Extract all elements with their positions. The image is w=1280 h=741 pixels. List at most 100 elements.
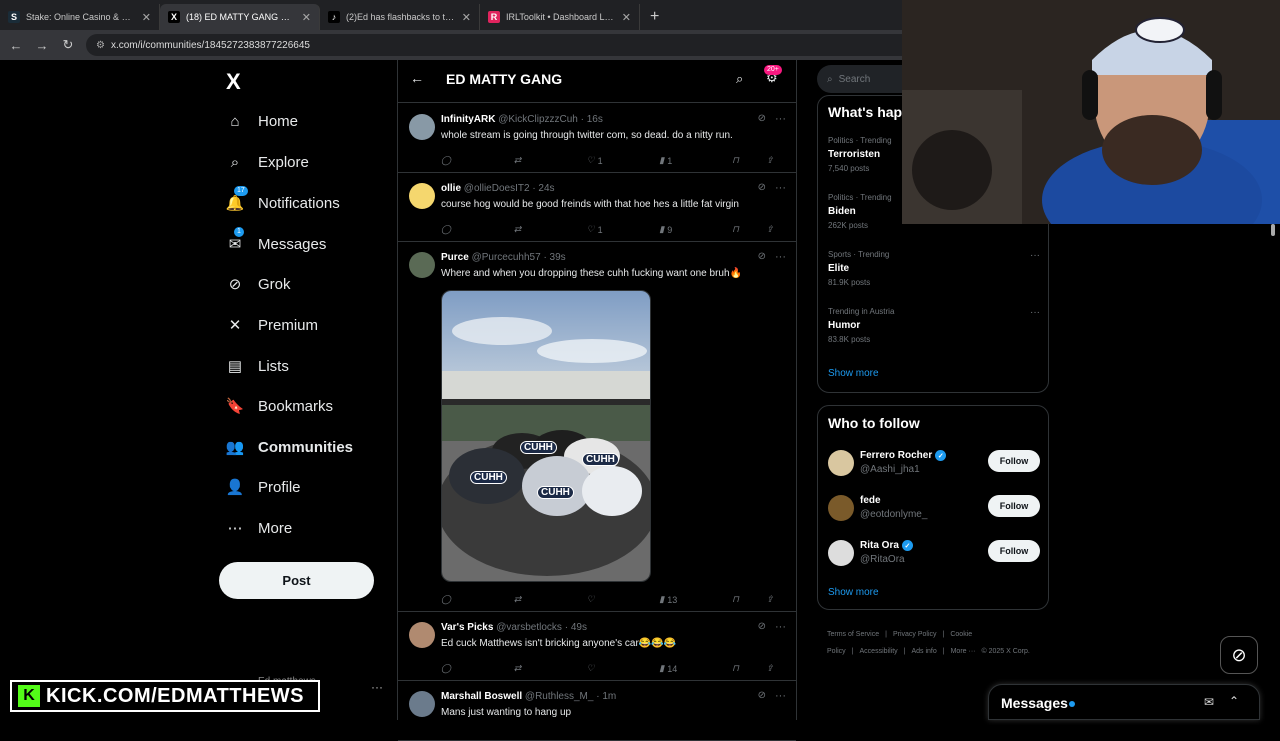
tweet[interactable]: Var's Picks @varsbetlocks · 49s ⊘ ··· Ed cu… [398,612,796,681]
trend-item[interactable]: Sports · Trending Elite 81.9K posts ··· [828,250,1040,287]
trend-item[interactable]: Trending in Austria Humor 83.8K posts ··· [828,307,1040,344]
reply-button[interactable]: ◯ [441,663,461,674]
views-button[interactable]: ▮ 1 [659,155,679,166]
trends-show-more-link[interactable]: Show more [828,368,879,379]
tweet-timestamp[interactable]: · 24s [532,183,554,194]
grok-explain-icon[interactable]: ⊘ [758,113,766,124]
tab-close-icon[interactable]: ✕ [622,11,631,24]
views-button[interactable]: ▮ 13 [659,594,679,605]
avatar[interactable] [828,450,854,476]
avatar[interactable] [409,183,435,209]
nav-item-grok[interactable]: ⊘ Grok [226,272,291,296]
tweet-photo[interactable]: CUHH CUHH CUHH CUHH [441,290,651,582]
tweet-timestamp[interactable]: · 39s [543,252,565,263]
avatar[interactable] [409,114,435,140]
nav-item-premium[interactable]: ✕ Premium [226,313,318,337]
nav-item-notifications[interactable]: 🔔 17 Notifications [226,186,340,215]
tweet-timestamp[interactable]: · 16s [581,114,603,125]
new-tab-button[interactable]: + [640,4,669,30]
trend-more-icon[interactable]: ··· [1030,307,1040,318]
footer-link[interactable]: Accessibility [860,648,898,655]
grok-explain-icon[interactable]: ⊘ [758,182,766,193]
follow-name[interactable]: fede [860,495,881,506]
grok-explain-icon[interactable]: ⊘ [758,690,766,701]
grok-explain-icon[interactable]: ⊘ [758,621,766,632]
tweet-author-handle[interactable]: @varsbetlocks [496,622,562,633]
follow-show-more-link[interactable]: Show more [828,587,879,598]
views-button[interactable]: ▮ 9 [659,224,679,235]
reply-button[interactable]: ◯ [441,155,461,166]
repost-button[interactable]: ⇄ [514,663,534,674]
footer-link[interactable]: Privacy Policy [893,631,937,638]
avatar[interactable] [409,622,435,648]
share-button[interactable]: ⇪ [766,594,786,605]
forward-arrow-icon[interactable]: → [34,38,50,53]
follow-suggestion[interactable]: Ferrero Rocher ✓ @Aashi_jha1 Follow [828,450,1040,482]
tweet[interactable]: Marshall Boswell @Ruthless_M_ · 1m ⊘ ··· Ma… [398,681,796,741]
footer-link[interactable]: Terms of Service [827,631,879,638]
follow-name[interactable]: Rita Ora ✓ [860,540,913,551]
nav-item-bookmarks[interactable]: 🔖 Bookmarks [226,394,333,418]
browser-tab[interactable]: X (18) ED MATTY GANG Community ✕ [160,4,320,30]
reply-button[interactable]: ◯ [441,224,461,235]
back-arrow-icon[interactable]: ← [410,70,424,86]
tweet-author-name[interactable]: Purce [441,252,469,263]
avatar[interactable] [828,540,854,566]
footer-link[interactable]: More ··· [951,648,976,655]
browser-tab[interactable]: ♪ (2)Ed has flashbacks to the pack ✕ [320,4,480,30]
avatar[interactable] [828,495,854,521]
grok-floating-button[interactable]: ⊘ [1220,636,1258,674]
tab-close-icon[interactable]: ✕ [142,11,151,24]
tweet-author-handle[interactable]: @Ruthless_M_ [525,691,594,702]
account-more-icon[interactable]: ··· [371,680,383,694]
nav-item-messages[interactable]: ✉ 1 Messages [226,227,326,256]
avatar[interactable] [409,252,435,278]
repost-button[interactable]: ⇄ [514,594,534,605]
reload-icon[interactable]: ↻ [60,37,76,53]
follow-suggestion[interactable]: fede @eotdonlyme_ Follow [828,495,1040,527]
repost-button[interactable]: ⇄ [514,224,534,235]
bookmark-button[interactable]: ⊓ [732,594,752,605]
browser-tab[interactable]: S Stake: Online Casino & Sports B ✕ [0,4,160,30]
messages-drawer[interactable]: Messages ✉ ⌃ [988,684,1260,720]
tweet-author-name[interactable]: InfinityARK [441,114,495,125]
search-icon[interactable]: ⌕ [736,71,743,87]
avatar[interactable] [409,691,435,717]
x-logo[interactable]: X [226,69,241,95]
like-button[interactable]: ♡ [587,663,607,674]
footer-link[interactable]: Ads info [911,648,936,655]
repost-button[interactable]: ⇄ [514,155,534,166]
share-button[interactable]: ⇪ [766,663,786,674]
tweet-author-name[interactable]: Var's Picks [441,622,493,633]
views-button[interactable]: ▮ 14 [659,663,679,674]
new-message-icon[interactable]: ✉ [1204,695,1214,709]
more-options-icon[interactable]: ··· [775,182,786,194]
share-button[interactable]: ⇪ [766,224,786,235]
expand-chevron-icon[interactable]: ⌃ [1229,694,1239,708]
tweet-author-handle[interactable]: @ollieDoesIT2 [464,183,530,194]
bookmark-button[interactable]: ⊓ [732,224,752,235]
more-options-icon[interactable]: ··· [775,113,786,125]
reply-button[interactable]: ◯ [441,594,461,605]
more-options-icon[interactable]: ··· [775,690,786,702]
tweet-author-handle[interactable]: @KickClipzzzCuh [498,114,578,125]
more-options-icon[interactable]: ··· [775,621,786,633]
tweet-author-name[interactable]: ollie [441,183,461,194]
scrollbar-thumb[interactable] [1271,224,1275,236]
like-button[interactable]: ♡ 1 [587,224,607,235]
like-button[interactable]: ♡ [587,594,607,605]
footer-link[interactable]: © 2025 X Corp. [981,648,1029,655]
tab-close-icon[interactable]: ✕ [462,11,471,24]
follow-button[interactable]: Follow [988,540,1040,562]
like-button[interactable]: ♡ 1 [587,155,607,166]
tweet[interactable]: InfinityARK @KickClipzzzCuh · 16s ⊘ ··· who… [398,104,796,173]
tab-close-icon[interactable]: ✕ [302,11,311,24]
nav-item-communities[interactable]: 👥 Communities [226,435,353,459]
nav-item-explore[interactable]: ⌕ Explore [226,150,309,174]
nav-item-lists[interactable]: ▤ Lists [226,354,289,378]
tweet-timestamp[interactable]: · 49s [565,622,587,633]
nav-item-more[interactable]: ⋯ More [226,516,293,540]
post-button[interactable]: Post [219,562,374,599]
follow-button[interactable]: Follow [988,450,1040,472]
share-button[interactable]: ⇪ [766,155,786,166]
